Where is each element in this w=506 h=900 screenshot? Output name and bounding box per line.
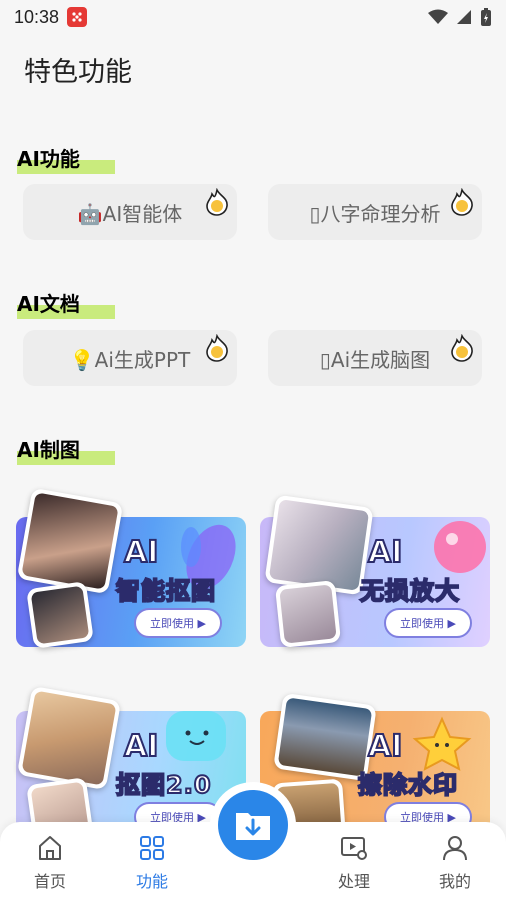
nav-features[interactable]: 功能 [117,834,187,892]
ai-agent-label: 🤖AI智能体 [77,201,183,226]
nav-process-label: 处理 [337,872,370,891]
use-now-button[interactable]: 立即使用 ▶ [134,608,222,638]
section-title-ai-docs: AI文档 [17,288,115,319]
grid-icon [140,836,164,860]
section-title-ai-features: AI功能 [17,143,115,174]
card-title: 智能抠图 [115,576,216,606]
card-title: 无损放大 [359,576,460,606]
card-ai-label: AI [123,534,159,571]
nav-home-label: 首页 [33,872,66,891]
battery-icon [481,8,491,26]
nav-home[interactable]: 首页 [15,834,85,892]
portrait-photo [16,487,124,595]
nav-me-label: 我的 [438,872,471,891]
card-ai-label: AI [123,728,159,765]
hot-flame-icon [451,334,473,362]
hot-flame-icon [206,188,228,216]
section-title-ai-drawing: AI制图 [17,434,115,465]
portrait-photo-small [274,580,342,648]
use-now-button[interactable]: 立即使用 ▶ [384,608,472,638]
nav-me[interactable]: 我的 [420,834,490,892]
smart-cutout-card[interactable]: AI 智能抠图 立即使用 ▶ [16,487,246,649]
page-title: 特色功能 [24,57,132,88]
ai-mindmap-label: ▯Ai生成脑图 [319,347,431,372]
portrait-photo-small [26,581,94,649]
portrait-photo [16,685,122,791]
nav-process[interactable]: 处理 [319,834,389,892]
video-settings-icon [341,837,367,860]
signal-icon [457,10,471,24]
hot-flame-icon [451,188,473,216]
card-title: 抠图2.0 [115,770,212,800]
download-folder-icon [236,813,270,840]
bazi-analysis-label: ▯八字命理分析 [309,201,441,226]
card-title: 擦除水印 [357,770,458,800]
lossless-upscale-card[interactable]: AI 无损放大 立即使用 ▶ [260,494,490,648]
card-ai-label: AI [367,728,403,765]
status-bar: 10:38 [0,0,506,34]
portrait-photo [264,494,374,596]
user-icon [443,836,467,861]
download-fab-button[interactable] [218,790,288,860]
nav-features-label: 功能 [135,872,168,891]
status-icons [428,7,492,27]
wifi-icon [428,9,448,24]
status-time: 10:38 [14,6,60,27]
hot-flame-icon [206,334,228,362]
home-icon [39,836,61,860]
app-notification-icon [67,7,88,27]
card-ai-label: AI [367,534,403,571]
ai-ppt-label: 💡Ai生成PPT [69,347,191,372]
